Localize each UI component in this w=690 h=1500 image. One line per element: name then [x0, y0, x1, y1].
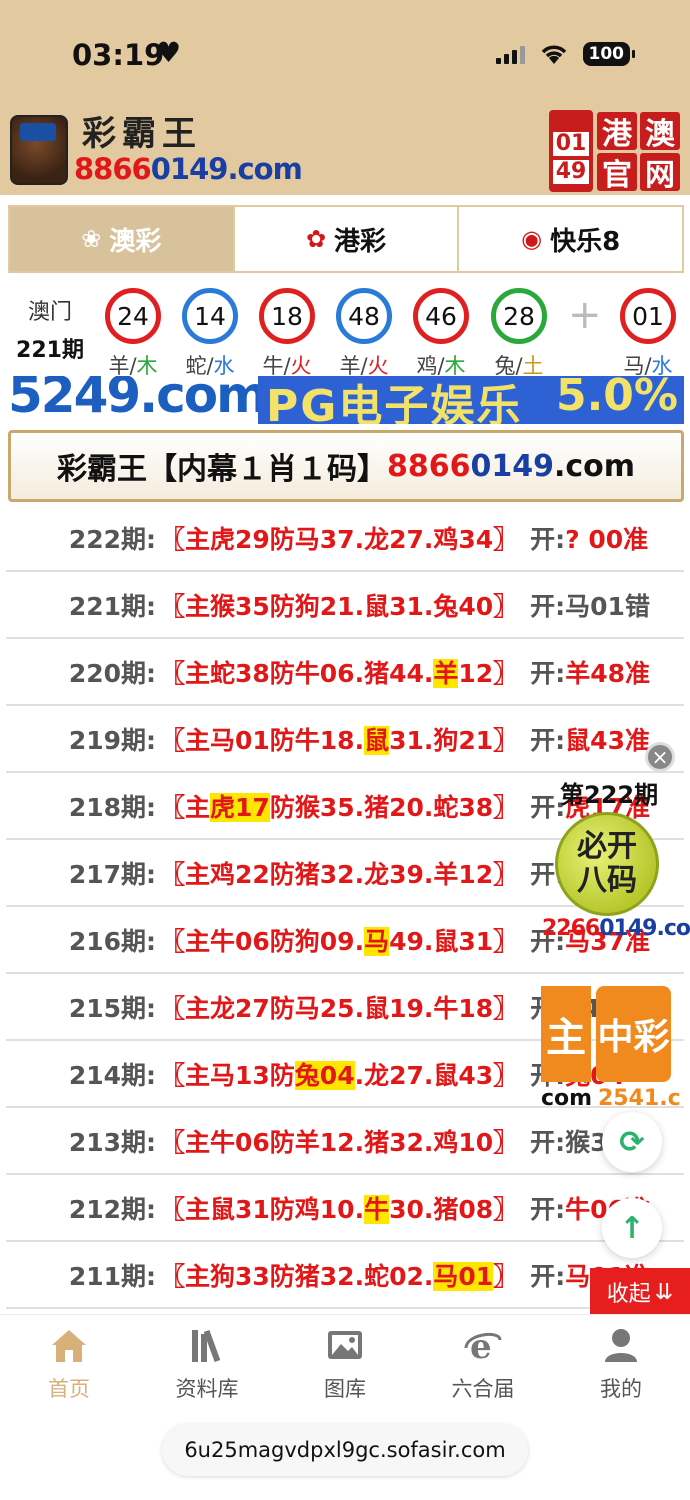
row-prediction: 〖主虎17防猴35.猪20.蛇38〗 — [160, 792, 519, 822]
row-prediction: 〖主鼠31防鸡10.牛30.猪08〗 — [160, 1194, 519, 1224]
nav-home[interactable]: 首页 — [0, 1315, 138, 1414]
row-issue: 214期: — [68, 1060, 156, 1090]
cellular-signal-icon — [495, 44, 525, 64]
status-time: 03:19 — [72, 38, 165, 72]
bauhinia-icon: ✿ — [305, 225, 327, 253]
badge-char: 港 — [597, 111, 637, 152]
app-header: 03:19 ♥ 100 彩霸王 88660149.com 01 49 港 澳 官 … — [0, 0, 690, 195]
official-site-badge[interactable]: 01 49 港 澳 官 网 — [549, 110, 680, 193]
gallery-icon — [323, 1323, 367, 1367]
row-prediction: 〖主蛇38防牛06.猪44.羊12〗 — [160, 658, 519, 688]
eagle-logo-icon — [10, 115, 68, 185]
row-issue: 219期: — [68, 725, 156, 755]
table-row[interactable]: 213期: 〖主牛06防羊12.猪32.鸡10〗 开:猴35 — [6, 1108, 684, 1175]
table-row[interactable]: 222期: 〖主虎29防马37.龙27.鸡34〗 开:? 00准 — [6, 505, 684, 572]
row-issue: 218期: — [68, 792, 156, 822]
float-domain[interactable]: 22660149.com — [542, 916, 690, 941]
row-result: 开:鼠43准 — [530, 725, 650, 755]
browser-url-bar[interactable]: 6u25magvdpxl9gc.sofasir.com — [162, 1424, 528, 1476]
browser-e-icon: e — [461, 1323, 505, 1367]
user-icon — [599, 1323, 643, 1367]
row-prediction: 〖主鸡22防猪32.龙39.羊12〗 — [160, 859, 519, 889]
badge-char: 官 — [597, 152, 637, 193]
badge-char: 网 — [640, 152, 680, 193]
svg-text:e: e — [470, 1327, 492, 1366]
nav-library[interactable]: 资料库 — [138, 1315, 276, 1414]
row-prediction: 〖主马13防兔04.龙27.鼠43〗 — [160, 1060, 519, 1090]
bottom-nav: 首页 资料库 图库 e 六合届 我的 — [0, 1314, 690, 1414]
row-issue: 212期: — [68, 1194, 156, 1224]
tab-kuaile8[interactable]: ◉ 快乐8 — [459, 207, 683, 271]
nav-mine[interactable]: 我的 — [552, 1315, 690, 1414]
arrow-up-icon: ↑ — [619, 1210, 645, 1246]
draw-region: 澳门 — [27, 300, 72, 325]
close-icon[interactable]: × — [645, 742, 675, 772]
wifi-icon — [539, 43, 569, 65]
lottery-ball: 14 — [182, 288, 238, 344]
row-issue: 213期: — [68, 1127, 156, 1157]
refresh-icon: ⟳ — [619, 1124, 645, 1160]
row-prediction: 〖主马01防牛18.鼠31.狗21〗 — [160, 725, 519, 755]
collapse-button[interactable]: 收起 ⇊ — [590, 1268, 690, 1316]
row-result: 开:马01错 — [530, 591, 650, 621]
float-ad-zhongcai[interactable]: 主 中彩 com 2541.c — [541, 986, 681, 1112]
kuaile8-icon: ◉ — [521, 225, 543, 253]
float-issue[interactable]: 第222期 — [560, 775, 658, 810]
row-prediction: 〖主猴35防狗21.鼠31.兔40〗 — [160, 591, 519, 621]
ad-banner[interactable]: 5249.com PG电子娱乐 5.0% — [8, 376, 684, 424]
row-issue: 221期: — [68, 591, 156, 621]
tab-aocai[interactable]: ❀ 澳彩 — [10, 207, 233, 271]
table-row[interactable]: 211期:〖主狗33防猪32.蛇02.马01〗开:马01准 — [6, 1242, 684, 1309]
status-indicators: 100 — [495, 42, 635, 66]
section-title: 彩霸王【内幕１肖１码】 8866 0149 .com — [8, 430, 684, 502]
lottery-ball: 01 — [620, 288, 676, 344]
lotus-icon: ❀ — [81, 225, 102, 253]
heart-icon: ♥ — [156, 36, 182, 69]
row-prediction: 〖主狗33防猪32.蛇02.马01〗 — [160, 1261, 519, 1291]
row-issue: 216期: — [68, 926, 156, 956]
row-prediction: 〖主虎29防马37.龙27.鸡34〗 — [160, 524, 519, 554]
row-result: 开:? 00准 — [530, 524, 649, 554]
row-result: 开:羊48准 — [530, 658, 650, 688]
row-issue: 220期: — [68, 658, 156, 688]
home-icon — [47, 1323, 91, 1367]
plus-icon: + — [568, 292, 602, 338]
table-row[interactable]: 212期:〖主鼠31防鸡10.牛30.猪08〗开:牛06准 — [6, 1175, 684, 1242]
row-prediction: 〖主牛06防羊12.猪32.鸡10〗 — [160, 1127, 519, 1157]
lottery-ball: 18 — [259, 288, 315, 344]
row-issue: 215期: — [68, 993, 156, 1023]
row-prediction: 〖主龙27防马25.鼠19.牛18〗 — [160, 993, 519, 1023]
lottery-ball: 48 — [336, 288, 392, 344]
tab-gangcai[interactable]: ✿ 港彩 — [234, 207, 458, 271]
site-logo[interactable]: 彩霸王 88660149.com — [10, 114, 303, 186]
float-ad-coin[interactable]: 必开 八码 — [555, 812, 659, 916]
latest-draw[interactable]: 澳门 221期 24 羊/木 14 蛇/水 18 牛/火 48 羊/火 46 鸡/木 28 兔/土 01… — [0, 280, 690, 378]
nav-gallery[interactable]: 图库 — [276, 1315, 414, 1414]
lottery-ball: 28 — [491, 288, 547, 344]
logo-domain: 88660149.com — [74, 152, 303, 186]
table-row[interactable]: 220期: 〖主蛇38防牛06.猪44.羊12〗 开:羊48准 — [6, 639, 684, 706]
draw-issue: 221期 — [16, 338, 84, 363]
logo-name: 彩霸王 — [82, 114, 202, 154]
lottery-ball: 46 — [413, 288, 469, 344]
row-issue: 217期: — [68, 859, 156, 889]
table-row[interactable]: 219期: 〖主马01防牛18.鼠31.狗21〗 开:鼠43准 — [6, 706, 684, 773]
row-issue: 222期: — [68, 524, 156, 554]
dragon-icon: 01 49 — [549, 110, 593, 192]
lottery-ball: 24 — [105, 288, 161, 344]
row-issue: 211期: — [68, 1261, 156, 1291]
badge-char: 澳 — [640, 111, 680, 152]
refresh-button[interactable]: ⟳ — [602, 1112, 662, 1172]
table-row[interactable]: 221期: 〖主猴35防狗21.鼠31.兔40〗 开:马01错 — [6, 572, 684, 639]
library-icon — [185, 1323, 229, 1367]
double-down-icon: ⇊ — [654, 1279, 674, 1305]
back-to-top-button[interactable]: ↑ — [602, 1198, 662, 1258]
lottery-tabs: ❀ 澳彩 ✿ 港彩 ◉ 快乐8 — [8, 205, 684, 273]
battery-icon: 100 — [582, 42, 635, 66]
nav-liuhe[interactable]: e 六合届 — [414, 1315, 552, 1414]
row-prediction: 〖主牛06防狗09.马49.鼠31〗 — [160, 926, 519, 956]
